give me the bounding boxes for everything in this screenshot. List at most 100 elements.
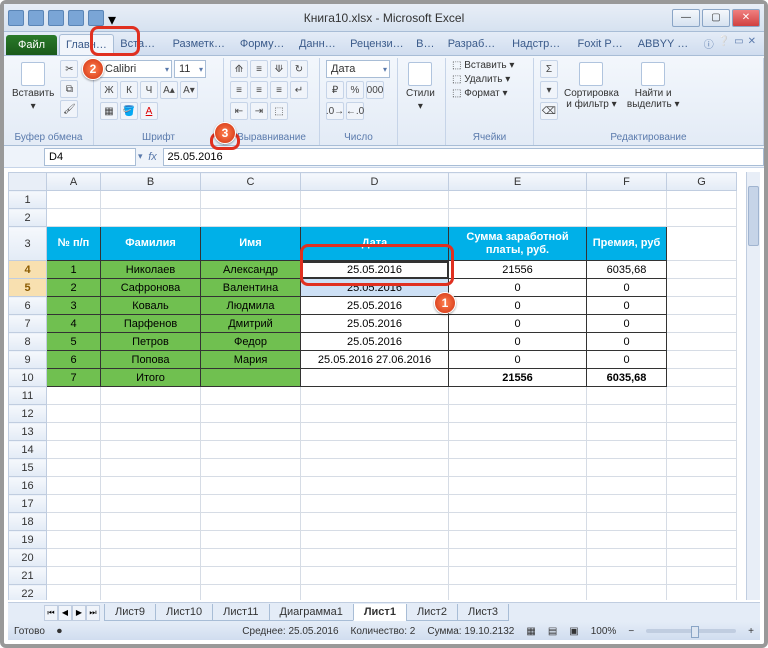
cell-E10[interactable]: 21556	[449, 369, 587, 387]
ribbon-tab-0[interactable]: Главная	[59, 34, 114, 55]
cell-D5[interactable]: 25.05.2016	[301, 279, 449, 297]
ribbon-tab-4[interactable]: Данные	[293, 34, 344, 55]
cell-C8[interactable]: Федор	[201, 333, 301, 351]
zoom-out-icon[interactable]: −	[628, 626, 634, 637]
cell-G17[interactable]	[667, 495, 737, 513]
cell-D20[interactable]	[301, 549, 449, 567]
row-header-19[interactable]: 19	[9, 531, 47, 549]
cell-F22[interactable]	[587, 585, 667, 601]
row-header-5[interactable]: 5	[9, 279, 47, 297]
cell-D22[interactable]	[301, 585, 449, 601]
cell-F12[interactable]	[587, 405, 667, 423]
cell-A13[interactable]	[47, 423, 101, 441]
clear-icon[interactable]: ⌫	[540, 102, 558, 120]
cell-C11[interactable]	[201, 387, 301, 405]
cell-F18[interactable]	[587, 513, 667, 531]
ribbon-tab-5[interactable]: Рецензиро	[344, 34, 410, 55]
cell-B7[interactable]: Парфенов	[101, 315, 201, 333]
cell-C13[interactable]	[201, 423, 301, 441]
cell-A22[interactable]	[47, 585, 101, 601]
underline-button[interactable]: Ч	[140, 81, 158, 99]
percent-icon[interactable]: %	[346, 81, 364, 99]
cell-B20[interactable]	[101, 549, 201, 567]
doc-close-icon[interactable]: ✕	[748, 36, 756, 51]
undo-icon[interactable]	[48, 10, 64, 26]
row-header-17[interactable]: 17	[9, 495, 47, 513]
minimize-button[interactable]: —	[672, 9, 700, 27]
row-header-2[interactable]: 2	[9, 209, 47, 227]
cell-F2[interactable]	[587, 209, 667, 227]
sheet-tab-Лист10[interactable]: Лист10	[155, 604, 213, 621]
cell-C17[interactable]	[201, 495, 301, 513]
cell-B6[interactable]: Коваль	[101, 297, 201, 315]
cell-E6[interactable]: 0	[449, 297, 587, 315]
row-header-9[interactable]: 9	[9, 351, 47, 369]
col-header-E[interactable]: E	[449, 173, 587, 191]
view-normal-icon[interactable]: ▦	[526, 626, 535, 637]
cell-F21[interactable]	[587, 567, 667, 585]
file-tab[interactable]: Файл	[6, 35, 57, 55]
cell-A17[interactable]	[47, 495, 101, 513]
ribbon-tab-10[interactable]: ABBYY PD	[632, 34, 698, 55]
cell-B4[interactable]: Николаев	[101, 261, 201, 279]
cell-C6[interactable]: Людмила	[201, 297, 301, 315]
row-header-12[interactable]: 12	[9, 405, 47, 423]
sort-filter-button[interactable]: Сортировка и фильтр ▾	[562, 60, 621, 112]
ribbon-minimize-icon[interactable]: ⓘ	[704, 36, 714, 51]
cell-A2[interactable]	[47, 209, 101, 227]
cell-A8[interactable]: 5	[47, 333, 101, 351]
qat-dropdown-icon[interactable]: ▾	[108, 10, 116, 26]
excel-icon[interactable]	[8, 10, 24, 26]
cell-F7[interactable]: 0	[587, 315, 667, 333]
cell-A18[interactable]	[47, 513, 101, 531]
row-header-8[interactable]: 8	[9, 333, 47, 351]
increase-decimal-icon[interactable]: .0→	[326, 102, 344, 120]
row-header-11[interactable]: 11	[9, 387, 47, 405]
zoom-level[interactable]: 100%	[591, 626, 617, 637]
comma-icon[interactable]: 000	[366, 81, 384, 99]
fill-color-icon[interactable]: 🪣	[120, 102, 138, 120]
cell-G21[interactable]	[667, 567, 737, 585]
row-header-22[interactable]: 22	[9, 585, 47, 601]
cell-E11[interactable]	[449, 387, 587, 405]
cell-G11[interactable]	[667, 387, 737, 405]
cell-D17[interactable]	[301, 495, 449, 513]
wrap-text-icon[interactable]: ↵	[290, 81, 308, 99]
font-color-icon[interactable]: A	[140, 102, 158, 120]
tab-nav-next-icon[interactable]: ▶	[72, 605, 86, 621]
cell-A14[interactable]	[47, 441, 101, 459]
select-all-corner[interactable]	[9, 173, 47, 191]
worksheet-grid[interactable]: ABCDEFG 123№ п/пФамилияИмяДатаСумма зара…	[8, 172, 760, 600]
row-header-10[interactable]: 10	[9, 369, 47, 387]
ribbon-tab-1[interactable]: Вставка	[114, 34, 166, 55]
cell-D16[interactable]	[301, 477, 449, 495]
align-center-icon[interactable]: ≡	[250, 81, 268, 99]
tab-nav-last-icon[interactable]: ⏭	[86, 605, 100, 621]
cut-icon[interactable]: ✂	[60, 60, 78, 78]
cell-F6[interactable]: 0	[587, 297, 667, 315]
cell-D13[interactable]	[301, 423, 449, 441]
cell-C12[interactable]	[201, 405, 301, 423]
cell-B10[interactable]: Итого	[101, 369, 201, 387]
row-header-4[interactable]: 4	[9, 261, 47, 279]
cell-G12[interactable]	[667, 405, 737, 423]
cell-G7[interactable]	[667, 315, 737, 333]
sheet-tab-Лист3[interactable]: Лист3	[457, 604, 509, 621]
sheet-tab-Лист11[interactable]: Лист11	[212, 604, 269, 621]
cell-E4[interactable]: 21556	[449, 261, 587, 279]
cell-G22[interactable]	[667, 585, 737, 601]
cell-G15[interactable]	[667, 459, 737, 477]
cell-B14[interactable]	[101, 441, 201, 459]
cell-A4[interactable]: 1	[47, 261, 101, 279]
cell-E21[interactable]	[449, 567, 587, 585]
cell-E7[interactable]: 0	[449, 315, 587, 333]
name-box[interactable]: D4	[44, 148, 136, 166]
decrease-indent-icon[interactable]: ⇤	[230, 102, 248, 120]
redo-icon[interactable]	[68, 10, 84, 26]
cell-G5[interactable]	[667, 279, 737, 297]
cell-D9[interactable]: 25.05.2016 27.06.2016	[301, 351, 449, 369]
borders-icon[interactable]: ▦	[100, 102, 118, 120]
cell-A20[interactable]	[47, 549, 101, 567]
row-header-3[interactable]: 3	[9, 227, 47, 261]
grow-font-icon[interactable]: A▴	[160, 81, 178, 99]
